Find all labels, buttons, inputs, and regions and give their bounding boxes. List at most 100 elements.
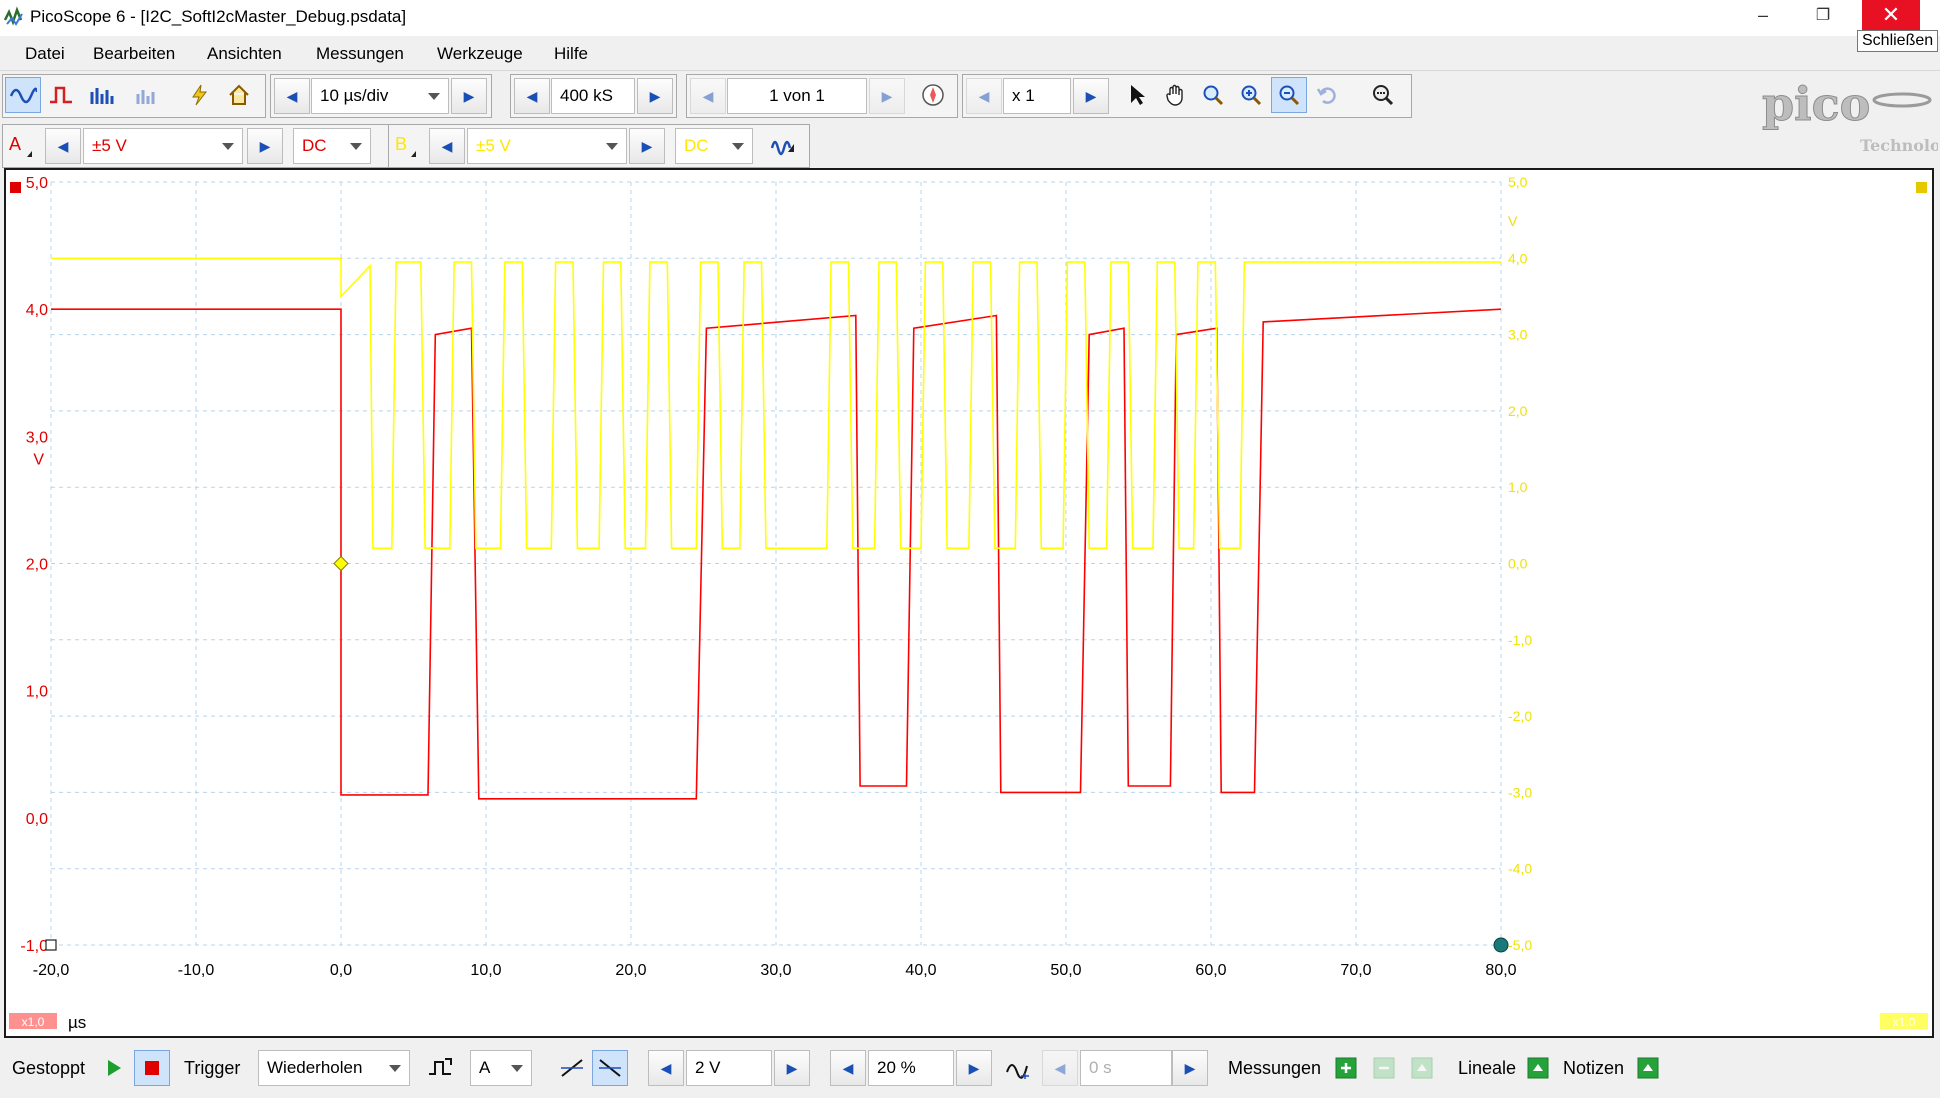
- zoom-overview-icon[interactable]: [1365, 77, 1401, 113]
- samples-field[interactable]: 400 kS: [551, 78, 635, 114]
- left-axis-tick-label: 3,0: [26, 429, 48, 446]
- add-measurement-icon[interactable]: [1328, 1050, 1364, 1086]
- undo-zoom-icon[interactable]: [1309, 77, 1345, 113]
- menu-ansichten[interactable]: Ansichten: [207, 44, 282, 64]
- channel-b-scale-handle[interactable]: [1916, 182, 1927, 193]
- x-axis-tick-label: 0,0: [330, 962, 352, 979]
- zoom-field[interactable]: x 1: [1003, 78, 1071, 114]
- channel-a-options-icon[interactable]: [27, 151, 32, 157]
- delete-measurement-icon[interactable]: [1404, 1050, 1440, 1086]
- edit-measurement-icon[interactable]: [1366, 1050, 1402, 1086]
- channel-b-range-next[interactable]: ▶: [629, 128, 665, 164]
- scope-view[interactable]: V 5,0 4,0 3,0 2,0 1,0 0,0 -1,0 V 5,0 4,0 3,0 2,0 1,0…: [4, 168, 1934, 1038]
- stop-button[interactable]: [134, 1050, 170, 1086]
- channel-b-coupling-select[interactable]: DC: [675, 128, 753, 164]
- timebase-value: 10 µs/div: [320, 86, 389, 105]
- stop-icon: [145, 1061, 159, 1075]
- post-trigger-delay-icon[interactable]: [1000, 1050, 1036, 1086]
- right-axis-unit: V: [1508, 213, 1518, 229]
- pretrigger-prev-button[interactable]: ◀: [830, 1050, 866, 1086]
- threshold-next-button[interactable]: ▶: [774, 1050, 810, 1086]
- chevron-left-icon: ◀: [978, 87, 990, 104]
- start-button[interactable]: [96, 1050, 132, 1086]
- left-axis-tick-label: 2,0: [26, 557, 48, 574]
- delay-prev-button[interactable]: ◀: [1042, 1050, 1078, 1086]
- scope-plot[interactable]: V 5,0 4,0 3,0 2,0 1,0 0,0 -1,0 V 5,0 4,0 3,0 2,0 1,0…: [6, 170, 1932, 1036]
- timebase-select[interactable]: 10 µs/div: [311, 78, 449, 114]
- falling-edge-icon[interactable]: [592, 1050, 628, 1086]
- channel-a-scale-label: x1,0: [22, 1015, 45, 1029]
- trigger-threshold: 2 V: [695, 1058, 721, 1077]
- menu-bar: Datei Bearbeiten Ansichten Messungen Wer…: [0, 36, 1940, 71]
- samples-prev-button[interactable]: ◀: [514, 78, 550, 114]
- channel-a-range-next[interactable]: ▶: [247, 128, 283, 164]
- timebase-prev-button[interactable]: ◀: [274, 78, 310, 114]
- zoom-out-icon[interactable]: [1271, 77, 1307, 113]
- x-axis-tick-label: 80,0: [1485, 962, 1516, 979]
- channel-b-range-select[interactable]: ±5 V: [467, 128, 627, 164]
- zoom-next-button[interactable]: ▶: [1073, 78, 1109, 114]
- buffer-prev-button[interactable]: ◀: [690, 78, 726, 114]
- home-icon[interactable]: [221, 77, 257, 113]
- minimize-button[interactable]: –: [1734, 0, 1792, 30]
- threshold-field[interactable]: 2 V: [686, 1050, 772, 1086]
- zoom-in-icon[interactable]: [1233, 77, 1269, 113]
- menu-messungen[interactable]: Messungen: [316, 44, 404, 64]
- channel-b-options-icon[interactable]: [411, 151, 416, 157]
- right-axis-tick-label: -2,0: [1508, 708, 1532, 724]
- menu-werkzeuge[interactable]: Werkzeuge: [437, 44, 523, 64]
- trigger-source-select[interactable]: A: [470, 1050, 532, 1086]
- chevron-right-icon: ▶: [259, 137, 271, 154]
- samples-next-button[interactable]: ▶: [637, 78, 673, 114]
- channel-a-coupling-select[interactable]: DC: [293, 128, 371, 164]
- spectrum-mode-icon[interactable]: [83, 77, 119, 113]
- buffer-navigator-icon[interactable]: [915, 77, 951, 113]
- buffer-field[interactable]: 1 von 1: [727, 78, 867, 114]
- auto-setup-icon[interactable]: [181, 77, 217, 113]
- zoom-icon[interactable]: [1195, 77, 1231, 113]
- channel-b-label[interactable]: B: [395, 134, 407, 155]
- menu-datei[interactable]: Datei: [25, 44, 65, 64]
- channel-a-scale-handle[interactable]: [10, 182, 21, 193]
- channel-toolbar: A ◀ ±5 V ▶ DC B ◀ ±5 V ▶ DC: [0, 122, 1940, 168]
- pointer-icon[interactable]: [1119, 77, 1155, 113]
- threshold-prev-button[interactable]: ◀: [648, 1050, 684, 1086]
- zoom-prev-button[interactable]: ◀: [966, 78, 1002, 114]
- right-axis-tick-label: 1,0: [1508, 479, 1528, 495]
- rulers-toggle-icon[interactable]: [1520, 1050, 1556, 1086]
- hand-icon[interactable]: [1157, 77, 1193, 113]
- buffer-next-button[interactable]: ▶: [869, 78, 905, 114]
- channel-a-range-select[interactable]: ±5 V: [83, 128, 243, 164]
- channel-a-range-prev[interactable]: ◀: [45, 128, 81, 164]
- close-button[interactable]: ✕: [1862, 0, 1920, 30]
- signal-generator-icon[interactable]: [765, 127, 801, 163]
- rising-edge-icon[interactable]: [554, 1050, 590, 1086]
- persistence-mode-icon[interactable]: [43, 77, 79, 113]
- advanced-trigger-icon[interactable]: [422, 1050, 458, 1086]
- channel-b-scale-label: x1,0: [1893, 1015, 1916, 1029]
- spectrum-alt-icon[interactable]: [129, 77, 165, 113]
- menu-bearbeiten[interactable]: Bearbeiten: [93, 44, 175, 64]
- channel-b-range-prev[interactable]: ◀: [429, 128, 465, 164]
- restore-button[interactable]: ❐: [1794, 0, 1852, 30]
- right-axis-tick-label: 2,0: [1508, 403, 1528, 419]
- pretrigger-field[interactable]: 20 %: [868, 1050, 954, 1086]
- delay-next-button[interactable]: ▶: [1172, 1050, 1208, 1086]
- menu-hilfe[interactable]: Hilfe: [554, 44, 588, 64]
- restore-icon: ❐: [1815, 7, 1831, 24]
- left-axis-tick-label: 4,0: [26, 302, 48, 319]
- delay-field[interactable]: 0 s: [1080, 1050, 1172, 1086]
- channel-a-label[interactable]: A: [9, 134, 21, 155]
- pretrigger-next-button[interactable]: ▶: [956, 1050, 992, 1086]
- trigger-channel: A: [479, 1058, 491, 1077]
- notes-toggle-icon[interactable]: [1630, 1050, 1666, 1086]
- timebase-next-button[interactable]: ▶: [451, 78, 487, 114]
- x-axis-unit: µs: [68, 1013, 86, 1032]
- chevron-left-icon: ◀: [702, 87, 714, 104]
- chevron-left-icon: ◀: [57, 137, 69, 154]
- channel-a-coupling: DC: [302, 136, 327, 155]
- trigger-mode-select[interactable]: Wiederholen: [258, 1050, 410, 1086]
- scope-mode-icon[interactable]: [5, 77, 41, 113]
- title-bar: PicoScope 6 - [I2C_SoftI2cMaster_Debug.p…: [0, 0, 1940, 36]
- right-axis-tick-label: 5,0: [1508, 174, 1528, 190]
